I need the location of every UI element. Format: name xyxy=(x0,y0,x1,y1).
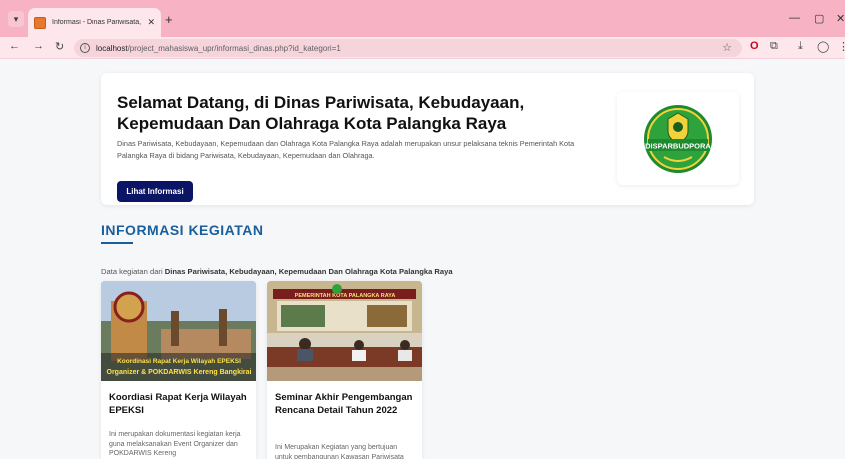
maximize-icon[interactable]: ▢ xyxy=(814,12,824,25)
card-title[interactable]: Koordiasi Rapat Kerja Wilayah EPEKSI xyxy=(109,391,247,417)
card-title[interactable]: Seminar Akhir Pengembangan Rencana Detai… xyxy=(275,391,413,417)
more-menu-icon[interactable]: ⋮ xyxy=(838,40,845,53)
opera-extension-icon[interactable]: O xyxy=(750,40,759,52)
minimize-icon[interactable]: — xyxy=(789,12,800,24)
photo-caption-line-1: Koordinasi Rapat Kerja Wilayah EPEKSI xyxy=(117,358,241,365)
reload-icon[interactable]: ↻ xyxy=(55,40,64,53)
disparbudpora-logo: DISPARBUDPORA xyxy=(644,104,712,173)
logo-text: DISPARBUDPORA xyxy=(645,141,711,150)
url-host: localhost xyxy=(96,43,128,53)
url-path: /project_mahasiswa_upr/informasi_dinas.p… xyxy=(127,43,341,53)
tab-title: Informasi - Dinas Pariwisata, Ke xyxy=(52,19,144,26)
section-description: Data kegiatan dari Dinas Pariwisata, Keb… xyxy=(101,267,453,276)
photo-banner-text: PEMERINTAH KOTA PALANGKA RAYA xyxy=(295,293,396,299)
page-content: Selamat Datang, di Dinas Pariwisata, Keb… xyxy=(0,59,845,459)
back-arrow-icon[interactable]: ← xyxy=(9,40,20,52)
activity-card[interactable]: PEMERINTAH KOTA PALANGKA RAYA Seminar Ak… xyxy=(267,281,422,459)
logo-card: DISPARBUDPORA xyxy=(617,92,739,185)
section-desc-bold: Dinas Pariwisata, Kebudayaan, Kepemudaan… xyxy=(164,267,453,276)
hero-title: Selamat Datang, di Dinas Pariwisata, Keb… xyxy=(117,93,525,133)
bookmark-star-icon[interactable]: ☆ xyxy=(722,41,732,54)
site-favicon-icon xyxy=(34,16,46,29)
address-bar[interactable]: i localhost/project_mahasiswa_upr/inform… xyxy=(74,39,742,57)
tab-search-chevron-icon[interactable]: ▾ xyxy=(8,11,24,27)
photo-caption-line-2: Organizer & POKDARWIS Kereng Bangkirai xyxy=(107,369,252,376)
card-description: Ini Merupakan Kegiatan yang bertujuan un… xyxy=(275,444,404,459)
card-description: Ini merupakan dokumentasi kegiatan kerja… xyxy=(109,431,241,457)
tab-close-icon[interactable]: ✕ xyxy=(147,17,155,28)
hero-card: Selamat Datang, di Dinas Pariwisata, Keb… xyxy=(101,73,754,205)
forward-arrow-icon[interactable]: → xyxy=(33,40,44,52)
section-title: INFORMASI KEGIATAN xyxy=(101,222,264,238)
download-icon[interactable]: ⤓ xyxy=(798,40,803,53)
section-underline xyxy=(101,242,133,244)
browser-tab-active[interactable]: Informasi - Dinas Pariwisata, Ke ✕ xyxy=(28,8,161,37)
section-desc-prefix: Data kegiatan dari xyxy=(101,267,165,276)
close-window-icon[interactable]: ✕ xyxy=(836,12,845,25)
browser-tab-strip: ▾ Informasi - Dinas Pariwisata, Ke ✕ + —… xyxy=(0,0,845,37)
new-tab-button[interactable]: + xyxy=(165,12,173,27)
activity-photo: PEMERINTAH KOTA PALANGKA RAYA xyxy=(267,281,422,381)
lihat-informasi-button[interactable]: Lihat Informasi xyxy=(117,181,193,202)
profile-avatar-icon[interactable]: ◯ xyxy=(817,40,829,53)
browser-toolbar: ← → ↻ i localhost/project_mahasiswa_upr/… xyxy=(0,37,845,59)
activity-photo: Koordinasi Rapat Kerja Wilayah EPEKSI Or… xyxy=(101,281,256,381)
extensions-puzzle-icon[interactable]: ⧉ xyxy=(770,40,778,53)
url-text: localhost/project_mahasiswa_upr/informas… xyxy=(96,44,341,53)
hero-description: Dinas Pariwisata, Kebudayaan, Kepemudaan… xyxy=(117,139,575,160)
site-info-icon[interactable]: i xyxy=(80,43,90,53)
activity-card[interactable]: Koordinasi Rapat Kerja Wilayah EPEKSI Or… xyxy=(101,281,256,459)
